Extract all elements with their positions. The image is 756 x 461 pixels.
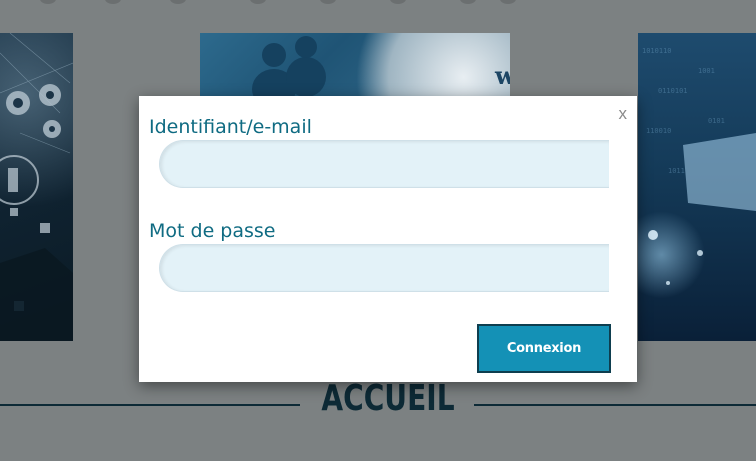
- connexion-button[interactable]: Connexion: [477, 324, 611, 373]
- svg-text:1001: 1001: [698, 67, 715, 75]
- password-label: Mot de passe: [149, 220, 276, 242]
- heading-divider-right: [474, 404, 756, 406]
- section-heading: ACCUEIL: [321, 378, 455, 419]
- svg-text:1011: 1011: [668, 167, 685, 175]
- background-image-data: 1010110 0110101 1001 110010 0101 1011: [638, 33, 756, 341]
- login-field[interactable]: [159, 140, 609, 188]
- login-input[interactable]: [160, 141, 609, 187]
- background-image-network: [0, 33, 73, 341]
- svg-text:0101: 0101: [708, 117, 725, 125]
- heading-divider-left: [0, 404, 300, 406]
- background-image-team: w: [200, 33, 510, 96]
- login-modal: x Identifiant/e-mail Mot de passe Connex…: [139, 96, 637, 382]
- svg-text:110010: 110010: [646, 127, 671, 135]
- password-input[interactable]: [160, 245, 609, 291]
- close-button[interactable]: x: [619, 104, 628, 124]
- password-field[interactable]: [159, 244, 609, 292]
- svg-text:1010110: 1010110: [642, 47, 672, 55]
- login-label: Identifiant/e-mail: [149, 116, 312, 138]
- background-top-decoration: [0, 0, 756, 6]
- svg-text:0110101: 0110101: [658, 87, 688, 95]
